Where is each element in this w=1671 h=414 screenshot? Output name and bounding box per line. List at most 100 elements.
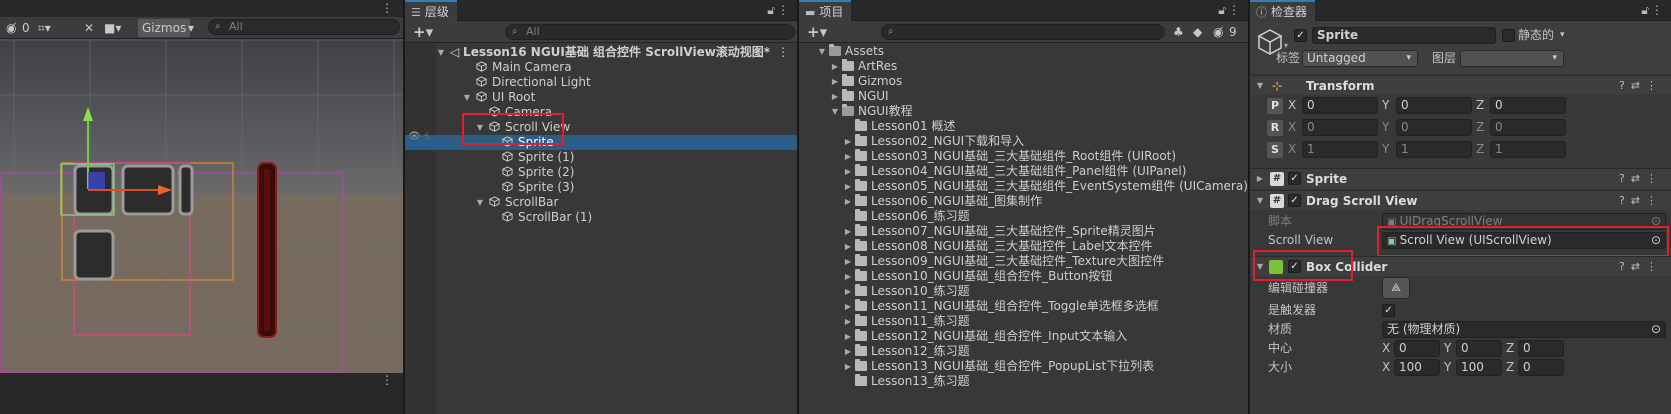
expand-arrow-icon[interactable]: ▶ — [843, 359, 853, 374]
hierarchy-row[interactable]: Sprite (1) — [405, 150, 797, 165]
box-collider-enabled-checkbox[interactable]: ✓ — [1288, 260, 1301, 273]
layer-dropdown[interactable]: ▾ — [1460, 50, 1564, 67]
tab-hierarchy[interactable]: ☰ 层级 — [405, 0, 457, 21]
tab-project[interactable]: ▬ 项目 — [799, 0, 852, 21]
object-picker-icon[interactable]: ⊙ — [1651, 233, 1661, 248]
expand-arrow-icon[interactable]: ▶ — [843, 164, 853, 179]
position-x-field[interactable]: 0 — [1302, 97, 1378, 114]
static-checkbox[interactable] — [1502, 29, 1515, 42]
project-row[interactable]: Lesson01 概述 — [799, 119, 1248, 134]
expand-arrow-icon[interactable]: ▶ — [843, 194, 853, 209]
expand-arrow-icon[interactable]: ▼ — [462, 90, 472, 105]
hierarchy-row[interactable]: ▼ Scroll View — [405, 120, 797, 135]
project-row[interactable]: ▶ Gizmos — [799, 74, 1248, 89]
expand-arrow-icon[interactable]: ▶ — [843, 344, 853, 359]
project-row[interactable]: ▶ Lesson12_NGUI基础_组合控件_Input文本输入 — [799, 329, 1248, 344]
panel-menu-icon[interactable]: ⋮ — [1228, 0, 1240, 21]
size-z-field[interactable]: 0 — [1518, 359, 1564, 376]
scene-search-input[interactable]: ⌕ All — [208, 19, 400, 35]
hierarchy-row[interactable]: Directional Light — [405, 75, 797, 90]
transform-header[interactable]: ▼ ⊹ Transform ?⇄⋮ — [1250, 75, 1671, 95]
expand-arrow-icon[interactable]: ▶ — [843, 284, 853, 299]
hierarchy-search-input[interactable]: ⌕ All — [505, 24, 795, 40]
project-row[interactable]: Lesson06_练习题 — [799, 209, 1248, 224]
project-row[interactable]: ▶ Lesson10_练习题 — [799, 284, 1248, 299]
scale-z-field[interactable]: 1 — [1490, 141, 1566, 158]
material-field[interactable]: 无 (物理材质) ⊙ — [1382, 321, 1666, 338]
project-row[interactable]: ▶ Lesson05_NGUI基础_三大基础组件_EventSystem组件 (U… — [799, 179, 1248, 194]
static-dropdown-icon[interactable]: ▾ — [1560, 27, 1565, 44]
tools-icon[interactable]: ✕ — [84, 19, 94, 37]
scale-y-field[interactable]: 1 — [1396, 141, 1472, 158]
rotation-x-field[interactable]: 0 — [1302, 119, 1378, 136]
edit-collider-button[interactable]: ⟁ — [1382, 277, 1410, 299]
drag-scroll-view-header[interactable]: ▼ # ✓ Drag Scroll View ?⇄⋮ — [1250, 190, 1671, 210]
gizmos-button[interactable]: Gizmos — [138, 19, 191, 37]
rotation-y-field[interactable]: 0 — [1396, 119, 1472, 136]
expand-arrow-icon[interactable]: ▼ — [475, 195, 485, 210]
panel-menu-icon[interactable]: ⋮ — [777, 0, 789, 21]
center-z-field[interactable]: 0 — [1518, 340, 1564, 357]
position-z-field[interactable]: 0 — [1490, 97, 1566, 114]
hierarchy-row[interactable]: ▼ UI Root — [405, 90, 797, 105]
project-row[interactable]: ▶ Lesson13_NGUI基础_组合控件_PopupList下拉列表 — [799, 359, 1248, 374]
gizmos-dropdown-icon[interactable]: ▾ — [188, 19, 194, 37]
lock-icon[interactable]: 🔓︎ — [1218, 0, 1226, 21]
hidden-packages-icon[interactable]: ◉̸ — [1213, 23, 1223, 41]
is-trigger-checkbox[interactable]: ✓ — [1382, 304, 1395, 317]
expand-arrow-icon[interactable]: ▶ — [830, 89, 840, 104]
object-picker-icon[interactable]: ⊙ — [1651, 322, 1661, 337]
hierarchy-row[interactable]: Camera — [405, 105, 797, 120]
scene-menu-icon[interactable]: ⋮ — [777, 45, 789, 60]
object-name-field[interactable]: Sprite — [1312, 27, 1496, 44]
hierarchy-row[interactable]: Sprite (2) — [405, 165, 797, 180]
rotation-z-field[interactable]: 0 — [1490, 119, 1566, 136]
hierarchy-row[interactable]: Sprite (3) — [405, 180, 797, 195]
project-row[interactable]: ▶ Lesson04_NGUI基础_三大基础组件_Panel组件 (UIPanel… — [799, 164, 1248, 179]
drag-scroll-view-enabled-checkbox[interactable]: ✓ — [1288, 194, 1301, 207]
expand-arrow-icon[interactable]: ▶ — [843, 179, 853, 194]
project-row[interactable]: Lesson13_练习题 — [799, 374, 1248, 389]
project-row[interactable]: ▶ Lesson10_NGUI基础_组合控件_Button按钮 — [799, 269, 1248, 284]
expand-arrow-icon[interactable]: ▶ — [843, 224, 853, 239]
camera-icon[interactable]: ■▾ — [104, 19, 121, 37]
filter-label-icon[interactable]: ◆ — [1193, 23, 1202, 41]
scroll-view-reference-field[interactable]: ▣ Scroll View (UIScrollView) ⊙ — [1382, 232, 1666, 249]
expand-arrow-icon[interactable]: ▼ — [475, 120, 485, 135]
project-row[interactable]: ▶ Lesson07_NGUI基础_三大基础控件_Sprite精灵图片 — [799, 224, 1248, 239]
box-collider-header[interactable]: ▼ ✓ Box Collider ?⇄⋮ — [1250, 256, 1671, 276]
expand-arrow-icon[interactable]: ▼ — [436, 45, 446, 60]
project-row[interactable]: ▶ Lesson02_NGUI下载和导入 — [799, 134, 1248, 149]
grid-snap-icon[interactable]: ⌗▾ — [38, 19, 51, 37]
scene-bottom-menu-icon[interactable]: ⋮ — [381, 373, 393, 394]
expand-arrow-icon[interactable]: ▶ — [843, 134, 853, 149]
create-button[interactable]: +▾ — [413, 23, 433, 41]
sprite-component-header[interactable]: ▶ # ✓ Sprite ?⇄⋮ — [1250, 168, 1671, 188]
scene-viewport[interactable] — [0, 41, 403, 373]
project-row[interactable]: ▼ NGUI教程 — [799, 104, 1248, 119]
project-row[interactable]: ▼ Assets — [799, 44, 1248, 59]
pick-toggle-icon[interactable]: ☝︎ — [423, 131, 429, 142]
sprite-enabled-checkbox[interactable]: ✓ — [1288, 172, 1301, 185]
tab-inspector[interactable]: ⓘ 检查器 — [1250, 0, 1316, 21]
position-y-field[interactable]: 0 — [1396, 97, 1472, 114]
project-row[interactable]: ▶ Lesson08_NGUI基础_三大基础控件_Label文本控件 — [799, 239, 1248, 254]
expand-arrow-icon[interactable]: ▶ — [830, 59, 840, 74]
component-header-icons[interactable]: ?⇄⋮ — [1619, 191, 1663, 211]
expand-arrow-icon[interactable]: ▶ — [843, 299, 853, 314]
expand-arrow-icon[interactable]: ▶ — [843, 329, 853, 344]
expand-arrow-icon[interactable]: ▶ — [843, 254, 853, 269]
expand-arrow-icon[interactable]: ▶ — [843, 149, 853, 164]
tag-dropdown[interactable]: Untagged ▾ — [1302, 50, 1418, 67]
expand-arrow-icon[interactable]: ▶ — [843, 239, 853, 254]
project-row[interactable]: ▶ Lesson11_NGUI基础_组合控件_Toggle单选框多选框 — [799, 299, 1248, 314]
hierarchy-row[interactable]: ▼ ◁ Lesson16 NGUI基础 组合控件 ScrollView滚动视图* ⋮ — [405, 45, 797, 60]
lock-icon[interactable]: 🔓︎ — [767, 0, 775, 21]
size-x-field[interactable]: 100 — [1394, 359, 1440, 376]
component-header-icons[interactable]: ?⇄⋮ — [1619, 76, 1663, 96]
size-y-field[interactable]: 100 — [1456, 359, 1502, 376]
project-row[interactable]: ▶ Lesson11_练习题 — [799, 314, 1248, 329]
filter-type-icon[interactable]: ♣ — [1173, 23, 1184, 41]
project-row[interactable]: ▶ Lesson03_NGUI基础_三大基础组件_Root组件 (UIRoot) — [799, 149, 1248, 164]
expand-arrow-icon[interactable]: ▶ — [843, 314, 853, 329]
